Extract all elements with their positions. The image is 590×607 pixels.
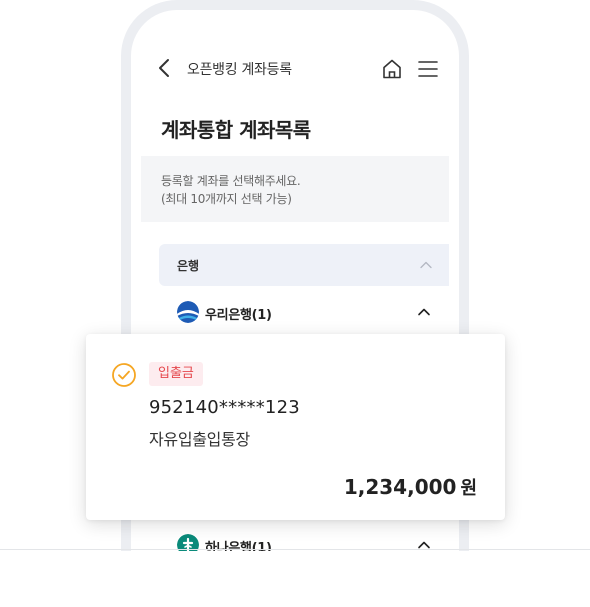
- account-card[interactable]: 입출금 952140*****123 자유입출입통장 1,234,000 원: [86, 334, 505, 520]
- section-label: 은행: [177, 259, 200, 273]
- home-button[interactable]: [379, 56, 405, 82]
- header-title: 오픈뱅킹 계좌등록: [187, 62, 292, 78]
- account-number: 952140*****123: [149, 397, 300, 418]
- divider: [0, 549, 590, 550]
- back-button[interactable]: [153, 56, 177, 80]
- chevron-left-icon: [159, 59, 169, 77]
- menu-button[interactable]: [415, 56, 441, 82]
- bank-row-woori[interactable]: 우리은행(1): [159, 287, 449, 340]
- bank-section-toggle[interactable]: 은행: [159, 244, 449, 286]
- guide-text: 등록할 계좌를 선택해주세요.: [161, 174, 301, 188]
- woori-bank-logo: [177, 301, 199, 323]
- account-type-badge: 입출금: [149, 362, 203, 386]
- bank-row-hana[interactable]: 하나은행(1): [159, 520, 449, 551]
- page-title: 계좌통합 계좌목록: [161, 118, 311, 142]
- balance-amount: 1,234,000: [343, 475, 457, 499]
- account-name: 자유입출입통장: [149, 430, 250, 449]
- chevron-up-icon: [418, 308, 430, 316]
- app-header: 오픈뱅킹 계좌등록: [141, 50, 449, 90]
- guide-box: 등록할 계좌를 선택해주세요. (최대 10개까지 선택 가능): [141, 156, 449, 222]
- home-icon: [383, 59, 401, 79]
- chevron-up-icon: [420, 261, 432, 269]
- hamburger-menu-icon: [418, 61, 438, 77]
- bank-name: 우리은행(1): [205, 308, 272, 323]
- guide-subtext: (최대 10개까지 선택 가능): [161, 192, 292, 206]
- account-balance: 1,234,000 원: [344, 474, 477, 500]
- check-circle-icon[interactable]: [111, 362, 137, 388]
- currency-unit: 원: [460, 478, 477, 499]
